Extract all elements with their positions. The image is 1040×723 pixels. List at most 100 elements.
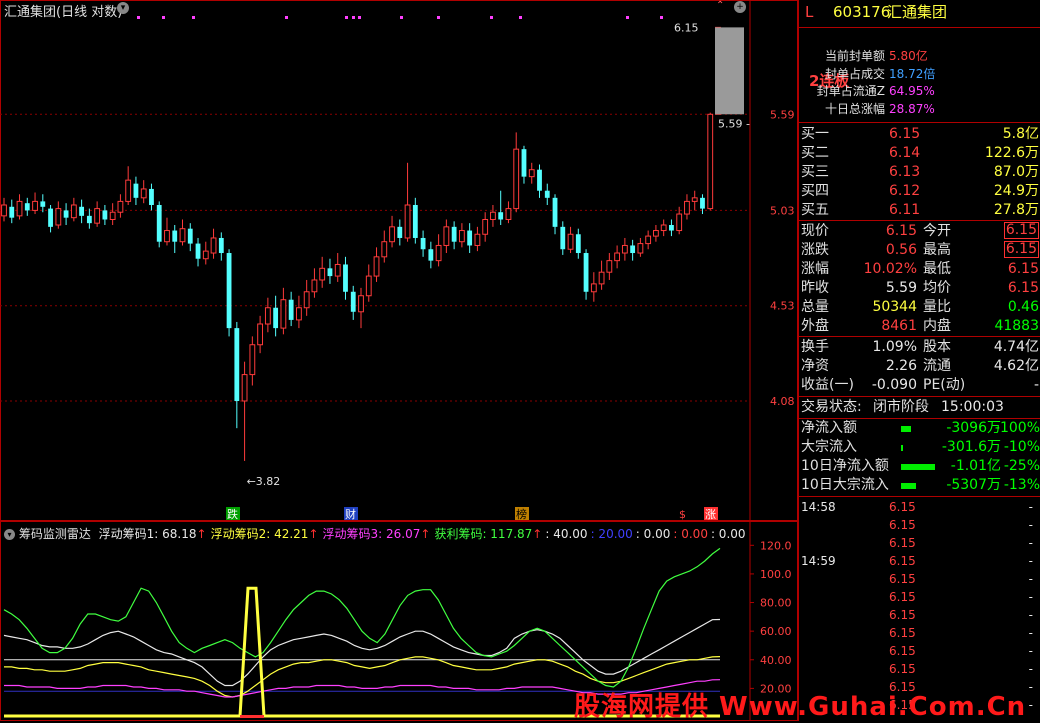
candle-body: [117, 200, 124, 213]
tick-volume: -: [1028, 626, 1033, 640]
tick-row[interactable]: 6.15 -: [799, 534, 1040, 553]
indicator-up-arrow: ↑: [196, 527, 207, 541]
tick-row[interactable]: 6.15 -: [799, 624, 1040, 643]
tick-price: 6.15: [889, 500, 916, 514]
candle-body: [583, 253, 589, 292]
chart-menu-icon[interactable]: ▾: [117, 2, 129, 14]
signal-dot: [137, 16, 140, 19]
tick-row[interactable]: 6.15 -: [799, 660, 1040, 679]
bid-row[interactable]: 买二 6.14 122.6万: [799, 144, 1040, 163]
scroll-up-icon[interactable]: ⌃: [716, 0, 724, 11]
event-marker: 榜: [516, 507, 527, 521]
candle-body: [707, 113, 714, 210]
finance-label-2: PE(动): [923, 377, 966, 393]
tick-price: 6.15: [889, 536, 916, 550]
indicator-header: ▾ 筹码监测雷达 浮动筹码1: 68.18↑ 浮动筹码2: 42.21↑ 浮动筹码3…: [4, 525, 746, 542]
fund-flow-row: 净流入额 -3096万 -100%: [799, 419, 1040, 438]
tick-row[interactable]: 6.15 -: [799, 642, 1040, 661]
fund-flow-label: 10日大宗流入: [801, 477, 889, 493]
bid-row[interactable]: 买四 6.12 24.9万: [799, 182, 1040, 201]
tick-row[interactable]: 6.15 -: [799, 570, 1040, 589]
indicator-extra-value: : 20.00: [590, 527, 633, 541]
candle-body: [637, 243, 644, 254]
candle-body: [435, 244, 442, 262]
seal-value: 28.87%: [889, 101, 935, 116]
watermark: 股海网提供 Www.Guhai.Com.Cn: [574, 692, 1027, 722]
chart-area[interactable]: 5.59 5.03 4.53 4.08 6.15 5.59 - ←3.82 跌 财 榜 $ 涨 汇通集…: [0, 0, 798, 721]
seal-info-row: 封单占成交 18.72倍: [799, 65, 1040, 84]
candle-body: [645, 235, 652, 245]
indicator-y-label: 100.0: [760, 568, 792, 581]
finance-row: 净资 2.26 流通 4.62亿: [799, 357, 1040, 376]
candle-body: [280, 299, 287, 329]
candle-body: [102, 210, 108, 220]
high-label: 6.15: [674, 21, 699, 34]
candle-body: [32, 200, 38, 211]
stat-label: 涨幅: [801, 261, 829, 277]
candle-body: [63, 210, 69, 218]
candle-body: [451, 226, 457, 242]
tick-row[interactable]: 14:59 6.15 -: [799, 552, 1040, 571]
y-tick-label: 4.08: [770, 395, 795, 408]
candle-body: [1, 204, 7, 217]
bid-row[interactable]: 买三 6.13 87.0万: [799, 163, 1040, 182]
candle-body: [94, 208, 101, 224]
candle-body: [149, 188, 154, 205]
stat-value-2: 0.46: [1007, 299, 1039, 315]
tick-row[interactable]: 6.15 -: [799, 516, 1040, 535]
bid-volume: 27.8万: [993, 202, 1039, 218]
bid-label: 买一: [801, 126, 829, 142]
bid-price: 6.11: [889, 202, 921, 218]
bid-row[interactable]: 买一 6.15 5.8亿: [799, 125, 1040, 144]
candle-body: [669, 225, 674, 231]
zoom-icon[interactable]: +: [734, 1, 746, 13]
signal-dot: [358, 16, 361, 19]
tick-volume: -: [1028, 590, 1033, 604]
signal-dot: [352, 16, 355, 19]
finance-label: 换手: [801, 339, 829, 355]
candle-body: [343, 264, 348, 292]
stat-label-2: 今开: [923, 223, 951, 239]
finance-label-2: 股本: [923, 339, 951, 355]
kline-chart[interactable]: 5.59 5.03 4.53 4.08 6.15 5.59 - ←3.82 跌 财 榜 $ 涨: [0, 0, 798, 521]
candle-body: [288, 299, 294, 320]
tick-volume: -: [1028, 608, 1033, 622]
indicator-menu-icon[interactable]: ▾: [4, 529, 15, 540]
candle-body: [691, 197, 698, 202]
candle-body: [404, 204, 411, 239]
stat-value-2: 41883: [994, 318, 1039, 334]
indicator-up-arrow: ↑: [532, 527, 543, 541]
candle-body: [552, 197, 558, 227]
signal-dot: [400, 16, 403, 19]
fund-flow-pct: -13%: [1003, 477, 1040, 493]
candle-body: [443, 226, 450, 246]
stat-label: 涨跌: [801, 242, 829, 258]
y-tick-label: 4.53: [770, 300, 795, 313]
stat-row: 现价 6.15 今开 6.15: [799, 222, 1040, 241]
finance-value-2: 4.74亿: [993, 339, 1039, 355]
tick-price: 6.15: [889, 572, 916, 586]
fund-flow-bar: [901, 445, 903, 451]
stat-label: 昨收: [801, 280, 829, 296]
stat-label-2: 最高: [923, 242, 951, 258]
stat-label-2: 最低: [923, 261, 951, 277]
tick-row[interactable]: 6.15 -: [799, 606, 1040, 625]
bid-label: 买三: [801, 164, 829, 180]
indicator-extra-value: : 0.00: [635, 527, 671, 541]
stat-value: 10.02%: [863, 261, 917, 277]
tick-volume: -: [1028, 644, 1033, 658]
candle-body: [537, 169, 542, 191]
seal-label: 封单占成交: [824, 66, 885, 81]
candle-body: [273, 307, 279, 329]
market-flag: L: [805, 3, 814, 21]
bid-row[interactable]: 买五 6.11 27.8万: [799, 201, 1040, 220]
candle-body: [296, 307, 302, 321]
candle-body: [560, 226, 566, 250]
tick-row[interactable]: 6.15 -: [799, 588, 1040, 607]
stat-value: 50344: [872, 299, 917, 315]
finance-value: 1.09%: [872, 339, 917, 355]
fund-flow-value: -3096万: [946, 420, 1001, 436]
tick-row[interactable]: 14:58 6.15 -: [799, 498, 1040, 517]
finance-row: 收益(一) -0.090 PE(动) -: [799, 376, 1040, 395]
candle-body: [303, 291, 310, 309]
